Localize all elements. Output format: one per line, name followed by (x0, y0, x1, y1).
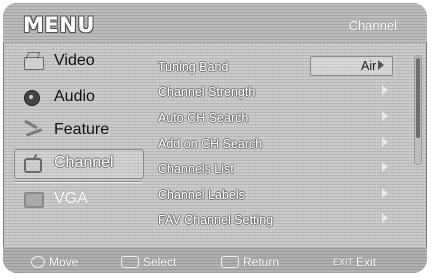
hint-return: Return (221, 255, 279, 269)
exit-key-label: EXIT (333, 257, 354, 267)
menu-header: MENU Channel (3, 3, 427, 43)
row-channel-strength[interactable]: Channel Strength (158, 82, 398, 102)
sidebar-item-label: Video (54, 52, 95, 69)
chevron-right-icon (382, 137, 388, 147)
submenu-scrollbar[interactable] (414, 55, 422, 165)
chevron-right-icon (382, 111, 388, 121)
hint-label: Select (143, 255, 177, 269)
scrollbar-thumb[interactable] (416, 58, 420, 138)
row-label: Channels List (158, 162, 234, 176)
return-key-icon (221, 256, 239, 268)
dpad-icon (31, 256, 45, 268)
row-channel-labels[interactable]: Channel Labels (158, 185, 398, 205)
chevron-right-icon (382, 85, 388, 95)
sidebar-item-label: VGA (54, 190, 88, 207)
chevron-right-icon (382, 213, 388, 223)
row-fav-channel-setting[interactable]: FAV Channel Setting (158, 210, 398, 230)
tuning-band-value-box[interactable] (310, 56, 393, 76)
row-label: Channel Strength (158, 85, 256, 99)
hint-label: Exit (356, 255, 377, 269)
sidebar-item-label: Audio (54, 88, 95, 105)
row-label: FAV Channel Setting (158, 213, 274, 227)
chevron-right-icon (378, 60, 384, 70)
footer-hints: Move Select Return EXIT Exit (3, 247, 427, 273)
hint-select: Select (121, 255, 176, 269)
sidebar-item-channel[interactable]: Channel (14, 150, 150, 176)
row-add-on-ch-search[interactable]: Add on CH Search (158, 134, 398, 154)
row-label: Auto CH Search (158, 111, 249, 125)
audio-icon (22, 88, 44, 106)
tv-osd: MENU Channel Video Audio Feature Channel… (0, 0, 432, 279)
channel-icon (22, 153, 44, 173)
row-label: Add on CH Search (158, 137, 263, 151)
tuning-band-value: Air (361, 59, 377, 73)
chevron-right-icon (382, 162, 388, 172)
row-auto-ch-search[interactable]: Auto CH Search (158, 108, 398, 128)
current-section-label: Channel (348, 18, 397, 33)
hint-label: Return (243, 255, 280, 269)
hint-label: Move (49, 255, 79, 269)
feature-icon (22, 119, 44, 139)
hint-exit: EXIT Exit (333, 255, 376, 269)
sidebar-item-video[interactable]: Video (22, 48, 152, 74)
sidebar-item-feature[interactable]: Feature (22, 117, 152, 143)
enter-key-icon (121, 256, 139, 268)
sidebar-item-vga[interactable]: VGA (22, 186, 152, 212)
chevron-right-icon (382, 188, 388, 198)
row-tuning-band[interactable]: Tuning Band Air (158, 56, 398, 77)
menu-title: MENU (23, 13, 95, 37)
hint-move: Move (31, 255, 78, 269)
channel-submenu: Tuning Band Air Channel Strength Auto CH… (150, 53, 415, 243)
sidebar-item-label: Feature (54, 121, 110, 138)
vga-icon (22, 190, 44, 208)
row-channels-list[interactable]: Channels List (158, 159, 398, 179)
sidebar-item-label: Channel (54, 154, 114, 171)
row-label: Channel Labels (158, 188, 245, 202)
row-label: Tuning Band (158, 60, 229, 74)
sidebar-item-audio[interactable]: Audio (22, 84, 152, 110)
video-icon (22, 52, 44, 70)
sidebar-divider (14, 181, 142, 182)
